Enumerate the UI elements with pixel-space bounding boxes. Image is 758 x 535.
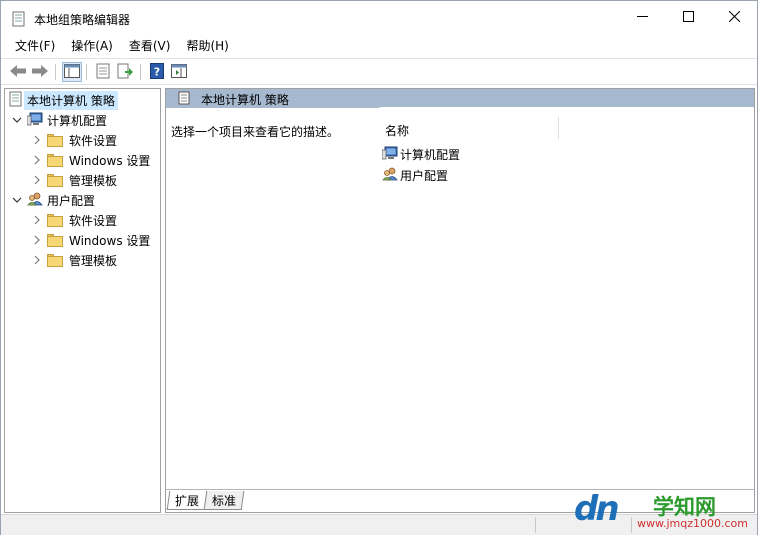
tree-item-admin-templates[interactable]: 管理模板: [31, 170, 117, 190]
computer-icon: [26, 112, 43, 129]
show-hide-action-pane-icon: [171, 63, 187, 81]
tree-item-computer-config[interactable]: 计算机配置: [11, 110, 107, 130]
main-window: 本地组策略编辑器 文件(F) 操作(A) 查看(V) 帮助(H) ? 本地计算机…: [0, 0, 758, 535]
folder-icon: [47, 133, 63, 147]
policy-document-icon: [9, 91, 23, 110]
users-icon: [27, 192, 43, 209]
chevron-right-icon[interactable]: [31, 214, 43, 226]
minimize-icon: [636, 11, 648, 25]
tree-item-admin-templates[interactable]: 管理模板: [31, 250, 117, 270]
computer-icon: [381, 146, 398, 163]
policy-document-icon: [12, 11, 26, 27]
menu-help[interactable]: 帮助(H): [178, 35, 236, 57]
help-button[interactable]: ?: [147, 62, 167, 82]
column-header-name[interactable]: 名称: [385, 122, 409, 139]
folder-icon: [47, 253, 63, 267]
tree-item-label: 软件设置: [69, 213, 118, 228]
list-item-label: 用户配置: [400, 168, 449, 183]
title-bar[interactable]: 本地组策略编辑器: [1, 1, 757, 35]
watermark: dn 学知网 www.jmqz1000.com: [571, 487, 758, 535]
forward-arrow-icon: [31, 64, 49, 81]
menu-view[interactable]: 查看(V): [121, 35, 179, 57]
tree-item-label: Windows 设置: [69, 153, 151, 168]
items-list[interactable]: 名称 计算机配置 用户配置: [369, 107, 754, 487]
show-hide-tree-icon: [64, 63, 80, 81]
help-icon: ?: [150, 62, 164, 82]
folder-icon: [47, 153, 63, 167]
menu-action[interactable]: 操作(A): [63, 35, 121, 57]
close-button[interactable]: [711, 1, 757, 35]
tab-extended-label: 扩展: [175, 493, 200, 508]
maximize-icon: [682, 11, 694, 25]
tree-item-label: 软件设置: [69, 133, 118, 148]
folder-icon: [47, 233, 63, 247]
policy-document-icon: [178, 91, 190, 108]
minimize-button[interactable]: [619, 1, 665, 35]
status-separator: [535, 517, 536, 533]
svg-text:?: ?: [154, 65, 160, 78]
chevron-right-icon[interactable]: [31, 154, 43, 166]
tree-item-label: 本地计算机 策略: [24, 90, 118, 110]
tab-standard[interactable]: 标准: [203, 491, 245, 510]
watermark-url: www.jmqz1000.com: [637, 517, 748, 530]
toolbar-separator: [140, 64, 141, 80]
list-item-user-config[interactable]: 用户配置: [382, 165, 448, 185]
chevron-right-icon[interactable]: [31, 254, 43, 266]
description-text: 选择一个项目来查看它的描述。: [171, 125, 340, 139]
tree-item-label: Windows 设置: [69, 233, 151, 248]
tree-item-user-config[interactable]: 用户配置: [11, 190, 95, 210]
menu-file[interactable]: 文件(F): [7, 35, 63, 57]
properties-button[interactable]: [93, 62, 113, 82]
toolbar: ?: [1, 58, 757, 85]
chevron-right-icon[interactable]: [31, 174, 43, 186]
back-arrow-icon: [9, 64, 27, 81]
details-header-bar: 本地计算机 策略: [166, 89, 754, 108]
close-icon: [728, 10, 740, 25]
folder-icon: [47, 213, 63, 227]
details-header-title: 本地计算机 策略: [201, 93, 289, 107]
window-title: 本地组策略编辑器: [34, 13, 131, 27]
list-item-computer-config[interactable]: 计算机配置: [381, 144, 461, 164]
folder-icon: [47, 173, 63, 187]
tree-item-label: 管理模板: [69, 173, 118, 188]
watermark-logo: dn: [574, 489, 620, 529]
console-tree[interactable]: 本地计算机 策略 计算机配置 软件设置 Windows 设置 管理模板 用户配置…: [4, 88, 161, 513]
users-icon: [382, 167, 398, 184]
export-list-button[interactable]: [115, 62, 135, 82]
tree-item-windows-settings[interactable]: Windows 设置: [31, 150, 150, 170]
tree-item-root[interactable]: 本地计算机 策略: [9, 90, 118, 110]
details-pane: 本地计算机 策略 选择一个项目来查看它的描述。 名称 计算机配置 用户配置 扩展…: [165, 88, 755, 513]
tree-item-label: 计算机配置: [47, 113, 108, 128]
tab-standard-label: 标准: [212, 493, 237, 508]
show-hide-tree-button[interactable]: [62, 62, 82, 82]
chevron-down-icon[interactable]: [11, 114, 23, 126]
forward-button[interactable]: [30, 62, 50, 82]
show-hide-action-pane-button[interactable]: [169, 62, 189, 82]
chevron-down-icon[interactable]: [11, 194, 23, 206]
tab-extended[interactable]: 扩展: [166, 491, 208, 510]
toolbar-separator: [86, 64, 87, 80]
chevron-right-icon[interactable]: [31, 234, 43, 246]
back-button[interactable]: [8, 62, 28, 82]
export-list-icon: [117, 63, 133, 82]
tree-item-software-settings[interactable]: 软件设置: [31, 130, 117, 150]
toolbar-separator: [55, 64, 56, 80]
chevron-right-icon[interactable]: [31, 134, 43, 146]
properties-icon: [96, 63, 110, 82]
menu-bar: 文件(F) 操作(A) 查看(V) 帮助(H): [1, 35, 757, 57]
tree-item-software-settings[interactable]: 软件设置: [31, 210, 117, 230]
tree-item-label: 用户配置: [47, 193, 96, 208]
tree-item-windows-settings[interactable]: Windows 设置: [31, 230, 150, 250]
tree-item-label: 管理模板: [69, 253, 118, 268]
maximize-button[interactable]: [665, 1, 711, 35]
column-divider[interactable]: [558, 117, 559, 139]
list-item-label: 计算机配置: [400, 147, 461, 162]
